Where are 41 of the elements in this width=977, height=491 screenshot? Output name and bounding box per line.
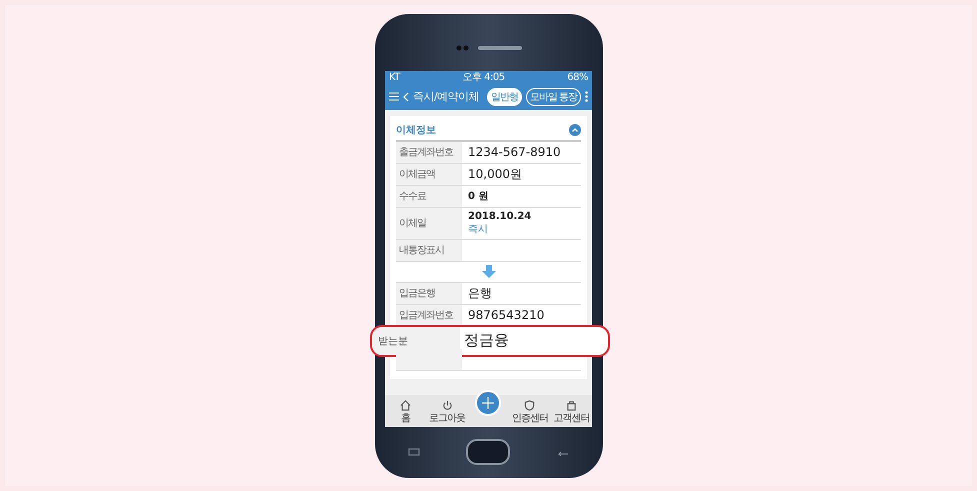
speaker-grille: [478, 46, 522, 50]
nav-item[interactable]: 홈: [385, 400, 426, 424]
row-value: 은행: [467, 284, 493, 302]
carrier-label: KT: [389, 72, 400, 82]
transfer-type: 즉시: [468, 222, 489, 236]
home-icon: [400, 400, 412, 410]
menu-icon[interactable]: [389, 92, 399, 101]
nav-item[interactable]: 인증센터: [509, 400, 551, 424]
mode-button[interactable]: 모바일 통장: [526, 88, 581, 106]
row-value: 10,000원: [467, 166, 523, 182]
row-value: 1234-567-8910: [467, 144, 562, 161]
home-key: [466, 439, 510, 465]
row-value: 정금융: [463, 330, 510, 351]
row-label: 이체일: [396, 208, 462, 238]
recent-apps-icon: [408, 448, 420, 456]
clock-label: 오후 4:05: [462, 71, 505, 84]
row-label: 입금계좌번호: [396, 304, 462, 326]
nav-item[interactable]: 로그아웃: [426, 400, 468, 424]
card-title: 이체정보: [396, 124, 436, 136]
bag-icon: [566, 400, 577, 410]
row-label: 출금계좌번호: [396, 142, 462, 162]
label-cell: [396, 348, 462, 370]
nav-item[interactable]: 고객센터: [550, 400, 592, 424]
row-label: 이체금액: [396, 164, 462, 184]
power-icon: [442, 400, 453, 410]
mode-button[interactable]: 일반형: [486, 88, 522, 106]
camera-icon: [456, 45, 472, 51]
row-value: 2018.10.24: [468, 210, 532, 222]
row-label: 입금은행: [396, 282, 462, 304]
collapse-icon[interactable]: [569, 124, 581, 136]
row-value: 0 원: [467, 190, 490, 204]
row-label: 수수료: [396, 186, 462, 206]
plus-icon: [482, 396, 494, 408]
down-arrow-icon: [482, 265, 496, 278]
shield-icon: [524, 400, 536, 410]
row-value: 9876543210: [467, 307, 546, 324]
row-label: 내통장표시: [396, 240, 462, 260]
back-icon[interactable]: [403, 92, 409, 102]
more-icon[interactable]: [585, 91, 588, 102]
battery-label: 68%: [567, 72, 588, 82]
screen-title: 즉시/예약이체: [413, 89, 480, 104]
